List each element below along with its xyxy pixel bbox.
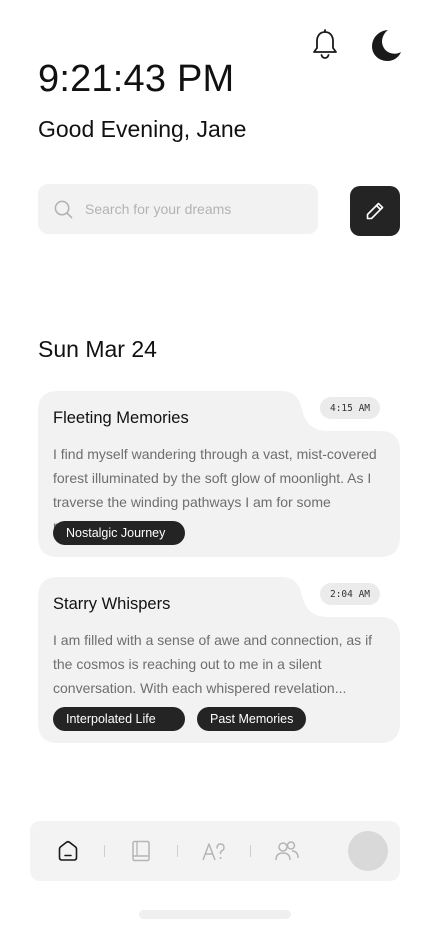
notifications-button[interactable] (306, 26, 344, 64)
dream-tags: Interpolated Life Past Memories (53, 707, 307, 731)
nav-divider (250, 845, 251, 857)
search-icon (54, 200, 73, 218)
tag-chip[interactable]: Nostalgic Journey (53, 521, 185, 545)
theme-toggle[interactable] (366, 26, 404, 64)
nav-divider (177, 845, 178, 857)
dictionary-icon (202, 843, 225, 861)
dream-card[interactable]: Starry Whispers 2:04 AM I am filled with… (38, 577, 400, 743)
nav-journal[interactable] (128, 838, 154, 864)
clock-time: 9:21:43 PM (38, 58, 235, 100)
search-input[interactable] (83, 200, 297, 218)
home-indicator (139, 910, 291, 919)
dream-title: Fleeting Memories (53, 409, 189, 427)
journal-icon (132, 840, 150, 862)
pencil-icon (366, 202, 384, 220)
section-date: Sun Mar 24 (38, 336, 157, 362)
tag-chip[interactable]: Interpolated Life (53, 707, 185, 731)
tag-chip[interactable]: Past Memories (197, 707, 307, 731)
moon-icon (372, 30, 401, 61)
dream-card[interactable]: Fleeting Memories 4:15 AM I find myself … (38, 391, 400, 557)
dream-tags: Nostalgic Journey (53, 521, 185, 545)
nav-home[interactable] (55, 838, 81, 864)
home-icon (58, 840, 78, 861)
new-dream-button[interactable] (350, 186, 400, 236)
dream-time-badge: 4:15 AM (320, 397, 380, 419)
bell-icon (313, 29, 337, 59)
nav-dictionary[interactable] (201, 838, 227, 864)
nav-divider (104, 845, 105, 857)
greeting: Good Evening, Jane (38, 116, 247, 142)
avatar[interactable] (348, 831, 388, 871)
dream-title: Starry Whispers (53, 595, 171, 613)
dream-excerpt: I am filled with a sense of awe and conn… (53, 632, 373, 696)
community-icon (275, 841, 299, 861)
search-bar[interactable] (38, 184, 318, 234)
dream-time-badge: 2:04 AM (320, 583, 380, 605)
nav-community[interactable] (274, 838, 300, 864)
bottom-nav (30, 821, 400, 881)
